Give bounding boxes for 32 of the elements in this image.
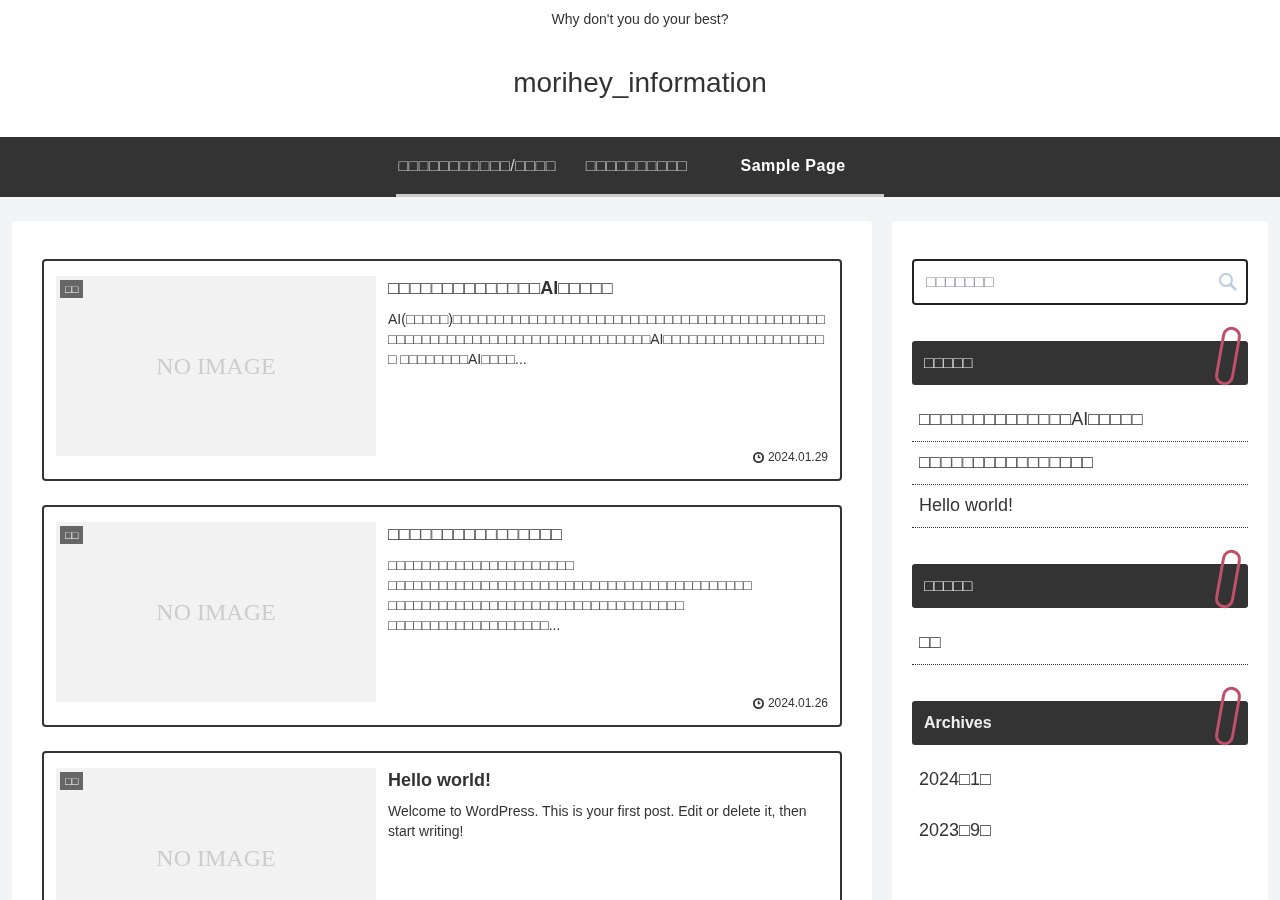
post-title[interactable]: □□□□□□□□□□□□□□AI□□□□□ xyxy=(388,278,828,299)
nav-link[interactable]: □□□□□□□□□□ xyxy=(570,137,703,194)
post-excerpt: AI(□□□□□)□□□□□□□□□□□□□□□□□□□□□□□□□□□□□□□□□□□□□□□□□□□□□□□□□□□□□□□□□□□□□□□□□□□□□□□□□□□AI□□□□□□□□□□□□□□□□□□□□ □□□□□□□□AI□□□□... xyxy=(388,310,826,369)
clock-icon xyxy=(752,451,764,463)
site-tagline: Why don't you do your best? xyxy=(551,11,729,27)
post-excerpt: □□□□□□□□□□□□□□□□□□□□□□ □□□□□□□□□□□□□□□□□□□□□□□□□□□□□□□□□□□□□□□□□□□ □□□□□□□□□□□□□□□□□□□□□□□□□□□□□□□□□□□ □□□□□□□□□□□□□□□□□□□... xyxy=(388,556,753,635)
widget-title: Archives xyxy=(924,714,992,732)
nav-link[interactable]: Sample Page xyxy=(702,137,884,194)
sidebar-link[interactable]: 2023□9□ xyxy=(912,810,1248,861)
widget-title: □□□□□ xyxy=(924,354,973,372)
nav-link[interactable]: □□□□□□□□□□□/□□□□ xyxy=(396,137,571,194)
search-icon[interactable] xyxy=(1218,272,1238,292)
category-label: □□ xyxy=(60,772,84,790)
sidebar-link[interactable]: □□□□□□□□□□□□□□□□ xyxy=(912,442,1248,485)
post-excerpt: Welcome to WordPress. This is your first post. Edit or delete it, then start writing! xyxy=(388,802,808,841)
paperclip-icon xyxy=(1212,325,1244,387)
sidebar-link[interactable]: □□ xyxy=(912,622,1248,665)
search-field[interactable]: □□□□□□□ xyxy=(912,259,1248,305)
post-title[interactable]: □□□□□□□□□□□□□□□□ xyxy=(388,524,828,545)
site-title[interactable]: morihey_information xyxy=(513,67,767,99)
post-date: 2024.01.29 xyxy=(767,450,828,464)
category-label: □□ xyxy=(60,280,84,298)
widget-title: □□□□□ xyxy=(924,577,973,595)
sidebar-link[interactable]: 2024□1□ xyxy=(912,759,1248,810)
post-title[interactable]: Hello world! xyxy=(388,770,828,791)
post-date: 2024.01.26 xyxy=(767,696,828,710)
clock-icon xyxy=(752,697,764,709)
paperclip-icon xyxy=(1212,548,1244,610)
category-label: □□ xyxy=(60,526,84,544)
paperclip-icon xyxy=(1212,685,1244,747)
sidebar-link[interactable]: Hello world! xyxy=(912,485,1248,528)
sidebar-link[interactable]: □□□□□□□□□□□□□□AI□□□□□ xyxy=(912,399,1248,442)
